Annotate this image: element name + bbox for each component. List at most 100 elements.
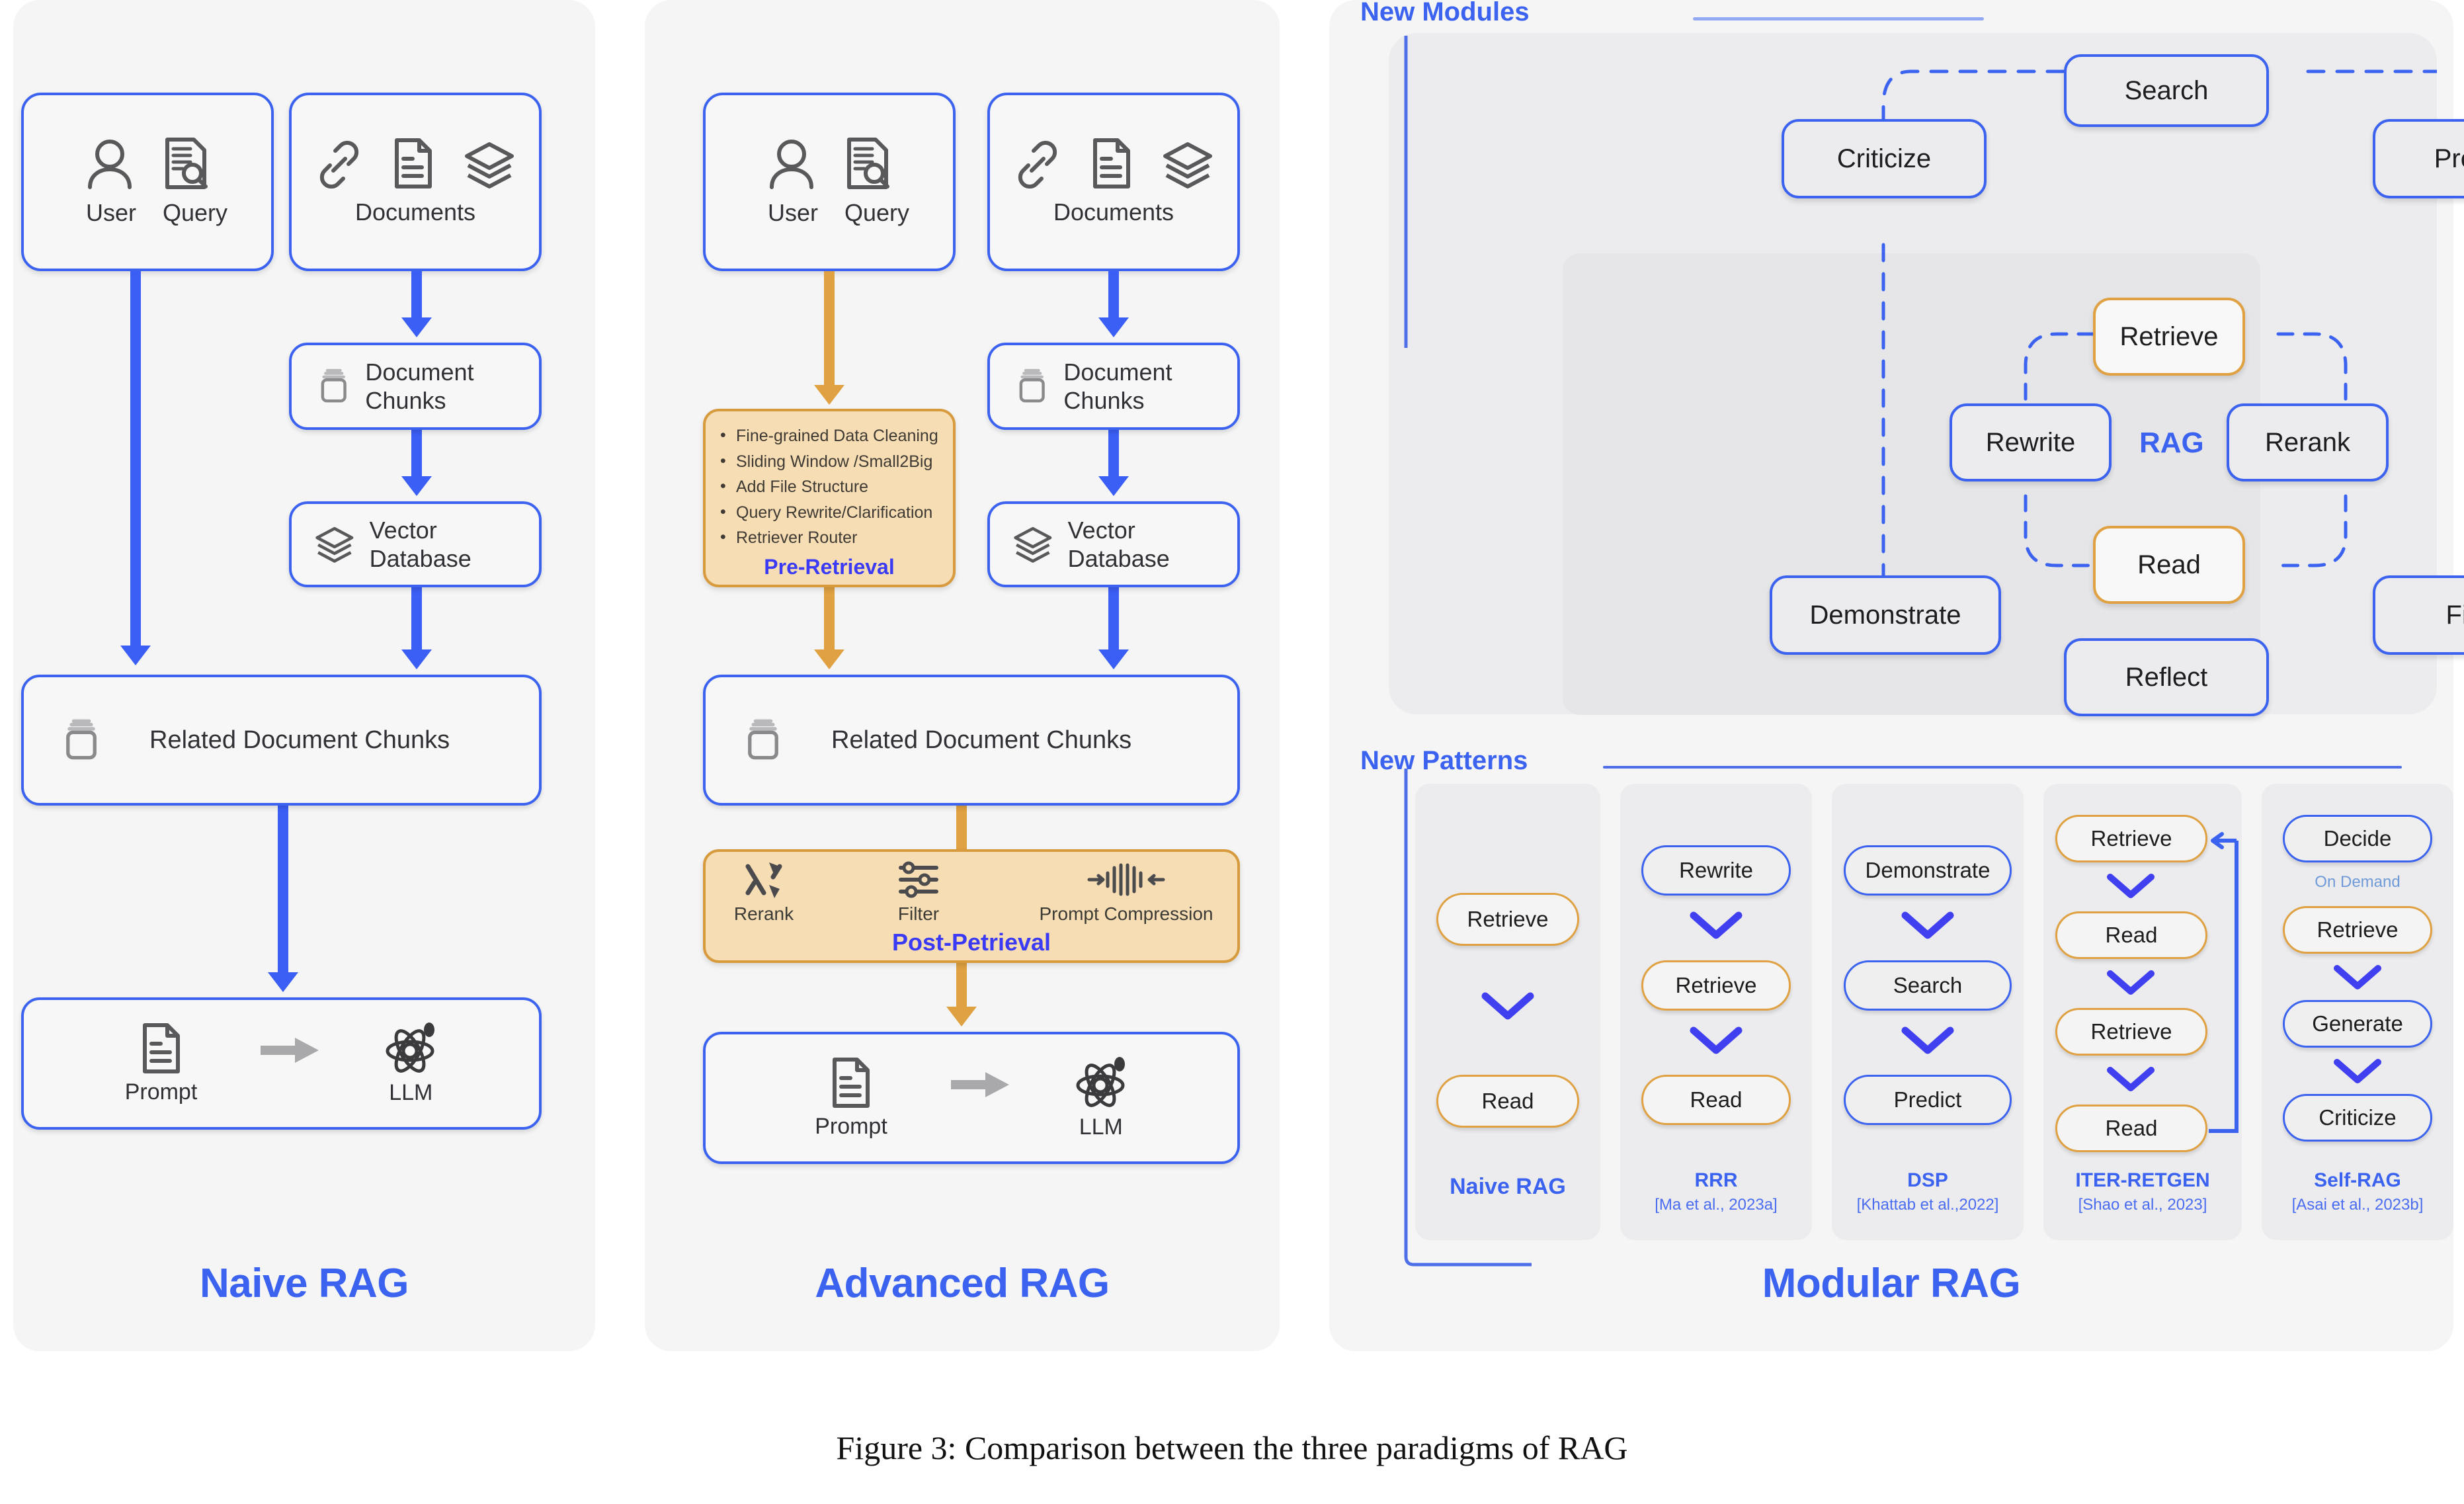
pattern-step-read[interactable]: Read <box>2055 1105 2207 1152</box>
pattern-step-decide[interactable]: Decide <box>2283 815 2432 862</box>
layers-icon <box>1014 526 1052 563</box>
module-node-retrieve[interactable]: Retrieve <box>2093 298 2245 376</box>
advanced-arrow-vector-to-related <box>1098 587 1129 675</box>
pattern-step-retrieve[interactable]: Retrieve <box>1641 960 1791 1011</box>
pattern-cite-rrr: [Ma et al., 2023a] <box>1655 1196 1778 1214</box>
atom-icon <box>386 1022 435 1073</box>
post-retrieval-filter-label: Filter <box>897 903 940 924</box>
naive-document-chunks-label: Document Chunks <box>365 358 474 414</box>
chevron-down-icon <box>1690 1026 1743 1054</box>
pre-retrieval-tag: Pre-Retrieval <box>764 554 895 579</box>
compress-icon <box>1087 863 1165 896</box>
shuffle-icon <box>745 862 782 898</box>
advanced-arrow-chunks-to-vector <box>1098 430 1129 501</box>
pre-retrieval-item: Fine-grained Data Cleaning <box>720 423 953 449</box>
pattern-step-criticize[interactable]: Criticize <box>2283 1094 2432 1142</box>
pre-retrieval-item: Query Rewrite/Clarification <box>720 499 953 526</box>
module-node-rerank[interactable]: Rerank <box>2227 403 2389 481</box>
advanced-query-label: Query <box>844 199 910 226</box>
chunks-jar-icon <box>748 719 778 760</box>
advanced-arrow-postre-to-prompt <box>946 960 977 1032</box>
chevron-down-icon <box>1901 1026 1954 1054</box>
pattern-step-retrieve[interactable]: Retrieve <box>2055 815 2207 862</box>
naive-prompt-label: Prompt <box>124 1079 198 1105</box>
layers-icon <box>315 526 354 563</box>
advanced-documents-label: Documents <box>1053 198 1174 226</box>
module-node-rewrite[interactable]: Rewrite <box>1950 403 2112 481</box>
module-node-predict[interactable]: Predict <box>2373 119 2464 198</box>
pattern-step-generate[interactable]: Generate <box>2283 1000 2432 1048</box>
chunks-jar-icon <box>1019 368 1045 403</box>
pattern-step-retrieve[interactable]: Retrieve <box>2055 1008 2207 1056</box>
pattern-name-rrr: RRR <box>1694 1169 1738 1191</box>
post-retrieval-box[interactable]: Rerank Filter Prompt Compression Post-Pe… <box>703 849 1240 963</box>
naive-documents-card[interactable]: Documents <box>289 93 542 271</box>
advanced-prompt-llm-node[interactable]: Prompt LLM <box>703 1032 1240 1164</box>
chunks-jar-icon <box>66 719 97 760</box>
link-icon <box>1018 140 1057 189</box>
naive-vector-database-label: Vector Database <box>369 516 472 572</box>
advanced-document-chunks-label: Document Chunks <box>1063 358 1172 414</box>
pattern-cite-dsp: [Khattab et al.,2022] <box>1856 1196 1999 1214</box>
pre-retrieval-box[interactable]: Fine-grained Data Cleaning Sliding Windo… <box>703 409 956 587</box>
module-node-search[interactable]: Search <box>2064 54 2269 127</box>
layers-icon <box>465 142 514 188</box>
pattern-cite-iter-retgen: [Shao et al., 2023] <box>2078 1196 2207 1214</box>
pattern-step-predict[interactable]: Predict <box>1844 1075 2012 1125</box>
advanced-user-label: User <box>768 199 819 226</box>
chevron-down-icon <box>2334 965 2381 989</box>
advanced-vector-database-label: Vector Database <box>1067 516 1170 572</box>
module-node-criticize[interactable]: Criticize <box>1782 119 1987 198</box>
naive-user-label: User <box>86 199 137 226</box>
modular-rag-title: Modular RAG <box>1762 1261 2021 1306</box>
pattern-step-rewrite[interactable]: Rewrite <box>1641 845 1791 896</box>
pattern-step-retrieve[interactable]: Retrieve <box>2283 906 2432 954</box>
module-node-demonstrate[interactable]: Demonstrate <box>1770 575 2001 655</box>
advanced-documents-card[interactable]: Documents <box>987 93 1240 271</box>
naive-related-chunks-node[interactable]: Related Document Chunks <box>21 675 542 806</box>
naive-user-query-card[interactable]: User Query <box>21 93 274 271</box>
pattern-step-demonstrate[interactable]: Demonstrate <box>1844 845 2012 896</box>
document-icon <box>142 1023 180 1073</box>
pattern-step-read[interactable]: Read <box>2055 911 2207 959</box>
chevron-down-icon <box>2107 970 2155 995</box>
atom-icon <box>1076 1056 1125 1107</box>
query-document-search-icon <box>165 138 208 189</box>
module-node-filter[interactable]: Filter <box>2373 575 2464 655</box>
pre-retrieval-item: Sliding Window /Small2Big <box>720 448 953 475</box>
pattern-step-search[interactable]: Search <box>1844 960 2012 1011</box>
naive-documents-label: Documents <box>354 198 476 226</box>
naive-document-chunks-node[interactable]: Document Chunks <box>289 343 542 430</box>
advanced-document-chunks-node[interactable]: Document Chunks <box>987 343 1240 430</box>
pattern-cite-self-rag: [Asai et al., 2023b] <box>2291 1196 2424 1214</box>
post-retrieval-rerank-label: Rerank <box>733 903 794 924</box>
chevron-down-icon <box>1901 911 1954 939</box>
pattern-name-dsp: DSP <box>1907 1169 1948 1191</box>
pattern-step-retrieve[interactable]: Retrieve <box>1436 893 1579 946</box>
chevron-down-icon <box>2334 1059 2381 1083</box>
chunks-jar-icon <box>321 368 347 403</box>
advanced-related-chunks-label: Related Document Chunks <box>831 726 1132 754</box>
naive-arrow-vector-to-related <box>401 587 432 675</box>
module-node-read[interactable]: Read <box>2093 526 2245 604</box>
advanced-vector-database-node[interactable]: Vector Database <box>987 501 1240 587</box>
right-arrow-icon <box>261 1038 319 1063</box>
pattern-step-read[interactable]: Read <box>1436 1075 1579 1128</box>
advanced-rag-title: Advanced RAG <box>815 1261 1110 1306</box>
pattern-step-read[interactable]: Read <box>1641 1075 1791 1125</box>
advanced-user-query-card[interactable]: User Query <box>703 93 956 271</box>
post-retrieval-compression-label: Prompt Compression <box>1039 903 1213 924</box>
advanced-arrow-prere-to-related <box>814 587 844 675</box>
advanced-arrow-docs-to-chunks <box>1098 271 1129 343</box>
figure-caption: Figure 3: Comparison between the three p… <box>836 1429 1628 1466</box>
advanced-related-chunks-node[interactable]: Related Document Chunks <box>703 675 1240 806</box>
module-center-rag-label: RAG <box>2139 427 2204 459</box>
naive-vector-database-node[interactable]: Vector Database <box>289 501 542 587</box>
iter-retgen-loop-arrow <box>2209 832 2238 1133</box>
naive-arrow-docs-to-chunks <box>401 271 432 343</box>
new-patterns-rule <box>1603 766 2402 769</box>
module-node-reflect[interactable]: Reflect <box>2064 638 2269 716</box>
pattern-name-naive-rag: Naive RAG <box>1450 1174 1566 1199</box>
naive-prompt-llm-node[interactable]: Prompt LLM <box>21 997 542 1130</box>
sliders-icon <box>899 861 938 898</box>
